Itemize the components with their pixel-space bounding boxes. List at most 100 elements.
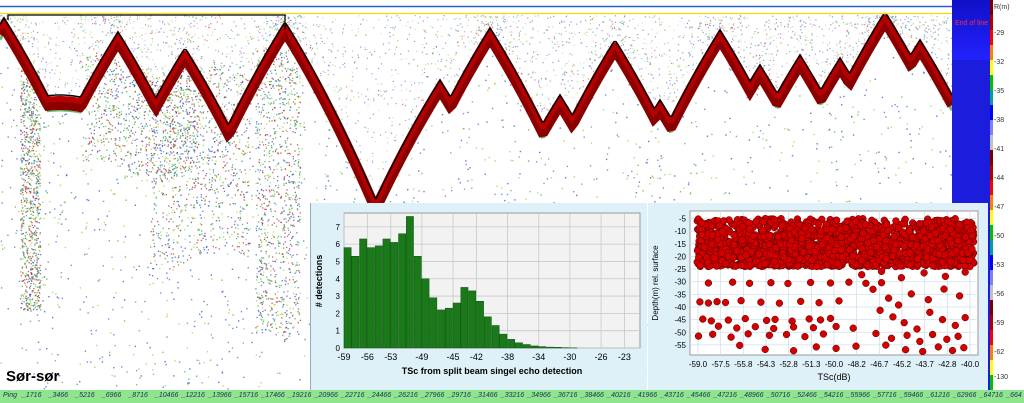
histogram-y-tick: 3: [336, 292, 341, 301]
histogram-bar: [429, 297, 438, 349]
ping-tick: _45466: [687, 392, 711, 399]
histogram-bar: [343, 247, 352, 349]
scatter-point: [722, 260, 730, 268]
scatter-point: [887, 334, 896, 342]
scatter-point: [832, 322, 840, 331]
histogram-x-label: TSc from split beam singel echo detectio…: [402, 366, 583, 376]
scatter-point: [951, 321, 959, 330]
ping-tick: _15716: [234, 392, 259, 399]
scatter-point: [742, 251, 750, 259]
histogram-y-tick: 7: [336, 223, 341, 232]
scatter-point: [757, 298, 765, 306]
scatter-point: [704, 299, 713, 307]
scatter-point: [913, 255, 921, 263]
scatter-point: [836, 225, 845, 233]
scatter-point: [699, 315, 707, 323]
region-sidebar-header: [952, 0, 990, 60]
scatter-point: [833, 259, 842, 268]
ts-depth-scatter-panel[interactable]: -5 -10 -15 -20 -25 -30 -35 -40 -45 -50 -55 -59.0 -5…: [648, 203, 988, 390]
scatter-point: [938, 315, 947, 324]
scatter-point: [818, 240, 826, 249]
color-bar-segment: [990, 165, 993, 180]
scatter-point: [766, 250, 774, 259]
scatter-point: [774, 233, 783, 241]
histogram-bar: [351, 256, 360, 349]
scatter-point: [713, 298, 721, 306]
scatter-point: [765, 331, 774, 339]
histogram-x-tick: -34: [532, 352, 545, 362]
histogram-y-ticks: 01234567: [336, 223, 341, 353]
scatter-point: [913, 325, 921, 333]
scatter-point: [778, 221, 786, 230]
depth-tick: -59: [994, 320, 1005, 327]
scatter-point: [850, 232, 858, 240]
histogram-bar: [390, 242, 399, 349]
scatter-point: [784, 279, 792, 288]
scatter-point: [928, 330, 937, 339]
scatter-point: [733, 247, 741, 255]
scatter-point: [926, 308, 934, 316]
scatter-point: [954, 332, 962, 340]
scatter-point: [695, 253, 703, 262]
scatter-point: [793, 262, 802, 270]
scatter-point: [738, 223, 747, 231]
ping-axis-prefix: Ping: [3, 392, 18, 399]
scatter-point: [724, 316, 732, 324]
ping-tick: _17466: [261, 392, 285, 399]
scatter-point: [837, 233, 845, 241]
scatter-point: [737, 297, 745, 305]
histogram-bar: [452, 302, 461, 349]
scatter-point: [931, 229, 939, 237]
histogram-bar: [476, 301, 484, 349]
scatter-point: [771, 244, 780, 252]
scatter-point: [741, 314, 749, 323]
histogram-bar: [406, 216, 414, 349]
scatter-point: [959, 256, 967, 264]
histogram-bar: [398, 233, 406, 349]
scatter-point: [882, 255, 890, 263]
color-bar-segment: [990, 315, 993, 330]
scatter-point: [948, 346, 957, 355]
scatter-point: [790, 228, 799, 236]
scatter-point: [816, 316, 825, 324]
histogram-bar: [468, 290, 477, 349]
ping-tick: _59466: [899, 392, 924, 399]
scatter-point: [923, 245, 932, 253]
scatter-point: [906, 261, 914, 269]
scatter-point: [960, 344, 968, 352]
ts-histogram-panel[interactable]: 01234567 -59 -56 -53 -49 -45 -42 -38 -34 -30 -26-…: [310, 203, 647, 390]
ping-tick: _12216: [181, 392, 205, 399]
scatter-point: [696, 261, 705, 269]
scatter-point: [843, 217, 851, 225]
scatter-x-tick: -55.8: [734, 360, 753, 369]
scatter-point: [901, 346, 910, 354]
scatter-point: [809, 324, 818, 332]
ping-tick: _61216: [926, 392, 950, 399]
scatter-point: [720, 217, 728, 225]
depth-tick: -35: [994, 88, 1005, 95]
ping-tick: _34966: [527, 392, 551, 399]
scatter-point: [906, 249, 914, 257]
scatter-point: [771, 315, 779, 324]
histogram-bar: [413, 256, 422, 349]
scatter-point: [799, 248, 807, 256]
scatter-point: [888, 252, 897, 260]
scatter-point: [815, 220, 823, 228]
scatter-point: [736, 341, 744, 350]
color-bar-segment: [990, 30, 993, 45]
scatter-point: [934, 236, 942, 245]
histogram-y-tick: 1: [336, 327, 341, 336]
depth-unit-label: R(m): [994, 4, 1010, 11]
histogram-bar: [460, 287, 469, 349]
scatter-point: [832, 344, 840, 353]
scatter-point: [714, 322, 723, 330]
scatter-x-tick: -48.2: [848, 360, 867, 369]
scatter-point: [938, 258, 947, 266]
scatter-point: [891, 240, 900, 248]
ping-axis[interactable]: Ping _1716 _3466 _5216 _6966 _8716 _10466 _122…: [0, 390, 1024, 403]
seabed-echo: [0, 12, 952, 219]
scatter-point: [938, 224, 947, 233]
color-bar-segment: [990, 195, 993, 210]
scatter-point: [823, 234, 831, 242]
scatter-point: [871, 261, 880, 269]
